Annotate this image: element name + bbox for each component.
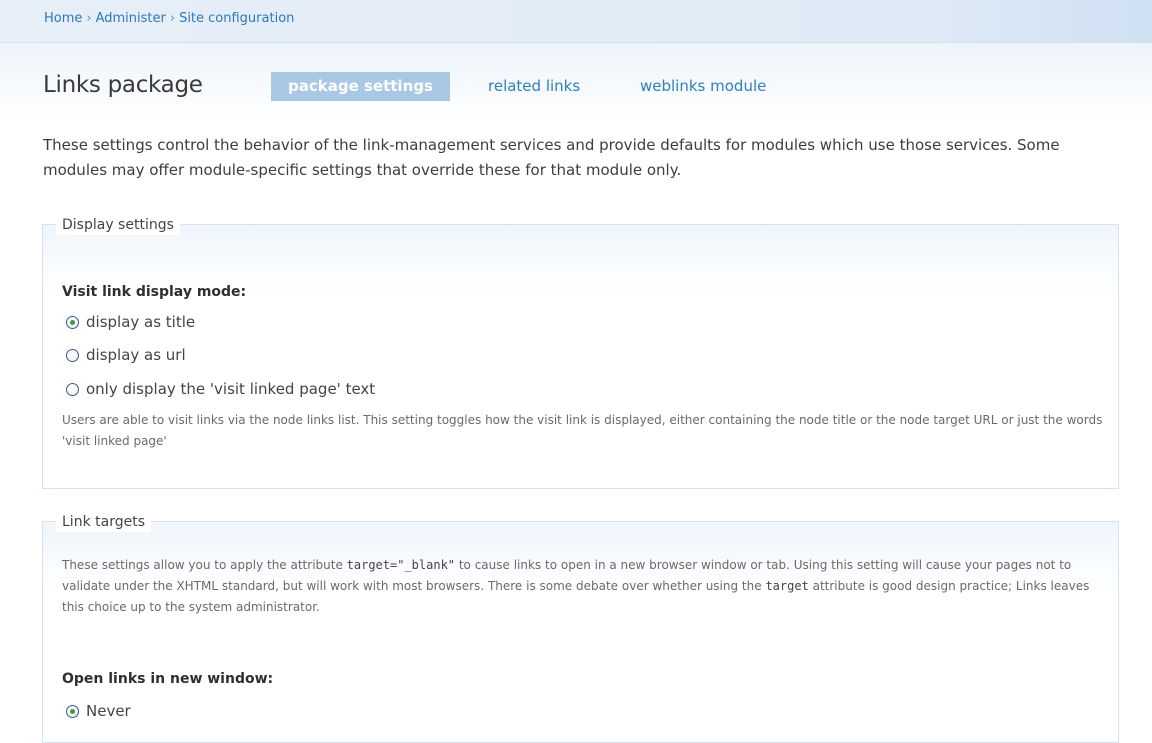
breadcrumb-administer[interactable]: Administer [96,11,166,26]
display-settings-legend[interactable]: Display settings [56,215,180,235]
radio-checked-icon[interactable] [66,315,79,329]
radio-option-display-as-title[interactable]: display as title [66,313,195,331]
tab-package-settings[interactable]: package settings [271,72,450,101]
page-title: Links package [43,72,203,98]
radio-label[interactable]: display as url [86,346,186,364]
link-targets-legend[interactable]: Link targets [56,512,151,532]
visit-link-display-mode-label: Visit link display mode: [62,284,247,300]
breadcrumb-separator: › [86,11,92,26]
breadcrumb-home[interactable]: Home [44,11,82,26]
code-target: target [765,579,809,593]
radio-label[interactable]: only display the 'visit linked page' tex… [86,380,375,398]
tab-related-links[interactable]: related links [488,72,580,101]
radio-label[interactable]: display as title [86,313,195,331]
breadcrumb: Home › Administer › Site configuration [44,11,294,26]
open-links-in-new-window-label: Open links in new window: [62,671,274,687]
radio-option-display-as-url[interactable]: display as url [66,346,186,364]
breadcrumb-bar: Home › Administer › Site configuration [0,0,1152,43]
link-targets-fieldset: Link targets These settings allow you to… [42,512,1119,743]
code-target-blank: target="_blank" [346,558,456,572]
display-settings-fieldset: Display settings Visit link display mode… [42,215,1119,489]
breadcrumb-separator: › [169,11,176,26]
breadcrumb-site-configuration[interactable]: Site configuration [179,11,294,26]
radio-unchecked-icon[interactable] [66,382,79,396]
radio-unchecked-icon[interactable] [66,348,79,362]
link-targets-help-text: These settings allow you to apply the at… [62,555,1112,618]
tab-weblinks-module[interactable]: weblinks module [640,72,766,101]
intro-text: These settings control the behavior of t… [43,136,1060,179]
radio-option-never[interactable]: Never [66,702,131,720]
help-text-part: These settings allow you to apply the at… [62,558,347,572]
radio-label[interactable]: Never [86,702,131,720]
radio-option-visit-linked-page-text[interactable]: only display the 'visit linked page' tex… [66,380,375,398]
display-settings-help-text: Users are able to visit links via the no… [62,413,1103,448]
